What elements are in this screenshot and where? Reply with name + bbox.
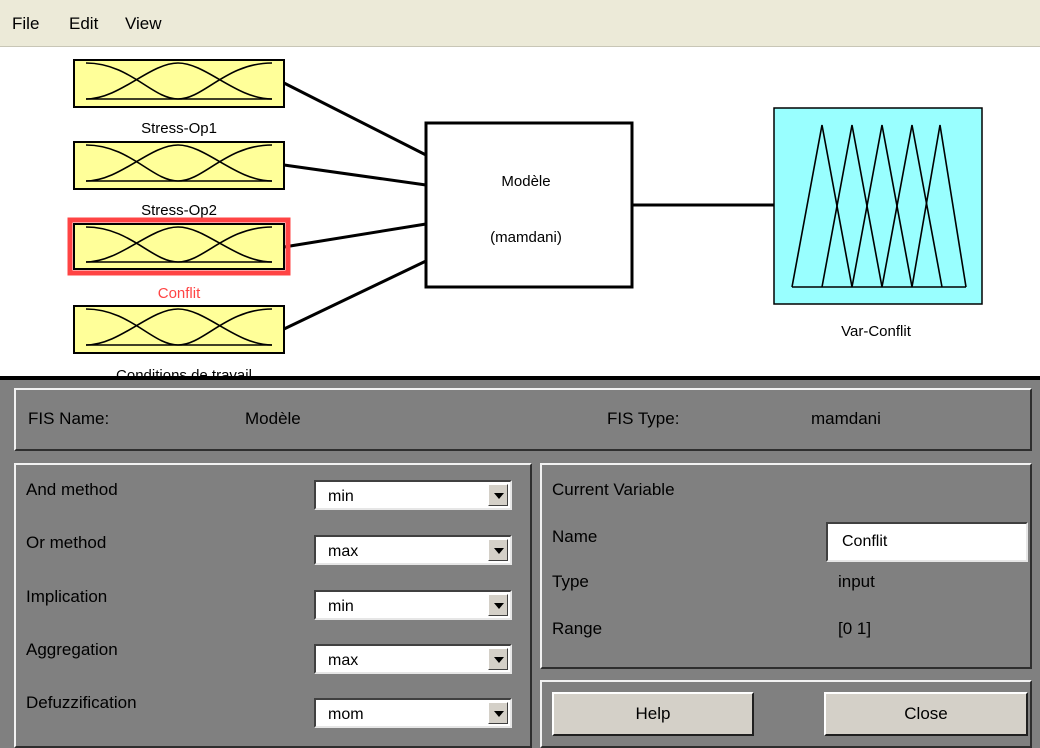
defuzzification-select[interactable]: mom (314, 698, 512, 728)
or-method-select[interactable]: max (314, 535, 512, 565)
diagram-separator (0, 376, 1040, 380)
and-method-select[interactable]: min (314, 480, 512, 510)
fis-diagram: Stress-Op1 Stress-Op2 Conflit Conditions… (0, 47, 1040, 376)
or-method-label: Or method (26, 533, 107, 552)
aggregation-value: max (328, 652, 359, 669)
menu-file[interactable]: File (12, 14, 39, 34)
input-block-conditions[interactable]: Conditions de travail (73, 305, 285, 376)
variable-type-value: input (838, 572, 875, 591)
model-name: Modèle (501, 173, 550, 190)
chevron-down-icon[interactable] (488, 648, 508, 670)
defuzzification-label: Defuzzification (26, 693, 137, 712)
chevron-down-icon[interactable] (488, 484, 508, 506)
variable-range-value: [0 1] (838, 619, 872, 638)
close-button[interactable]: Close (824, 692, 1028, 736)
fis-type-label: FIS Type: (607, 409, 680, 428)
menu-view[interactable]: View (125, 14, 162, 34)
fis-name-label: FIS Name: (28, 409, 110, 428)
help-button[interactable]: Help (552, 692, 754, 736)
output-label: Var-Conflit (841, 323, 912, 340)
current-variable-title: Current Variable (552, 480, 675, 499)
model-type: (mamdani) (490, 229, 562, 246)
variable-range-label: Range (552, 619, 603, 638)
and-method-label: And method (26, 480, 118, 499)
input-block-conflit[interactable]: Conflit (67, 217, 291, 302)
input-block-stress-op2[interactable]: Stress-Op2 (73, 141, 285, 219)
variable-name-input[interactable]: Conflit (826, 522, 1028, 562)
input-label-conditions: Conditions de travail (116, 367, 252, 376)
aggregation-label: Aggregation (26, 640, 118, 659)
implication-select[interactable]: min (314, 590, 512, 620)
chevron-down-icon[interactable] (488, 702, 508, 724)
input-label-conflit: Conflit (158, 285, 201, 302)
menu-bar: File Edit View (0, 0, 1040, 47)
input-label-stress-op1: Stress-Op1 (141, 120, 217, 137)
variable-type-label: Type (552, 572, 589, 591)
model-block[interactable]: Modèle (mamdani) (424, 121, 634, 289)
input-label-stress-op2: Stress-Op2 (141, 202, 217, 219)
chevron-down-icon[interactable] (488, 539, 508, 561)
and-method-value: min (328, 488, 354, 505)
input-block-stress-op1[interactable]: Stress-Op1 (73, 59, 285, 137)
variable-name-label: Name (552, 527, 598, 546)
implication-value: min (328, 598, 354, 615)
fis-name-value: Modèle (245, 409, 301, 428)
fis-type-value: mamdani (811, 409, 881, 428)
chevron-down-icon[interactable] (488, 594, 508, 616)
aggregation-select[interactable]: max (314, 644, 512, 674)
output-block-var-conflit[interactable]: Var-Conflit (773, 107, 983, 340)
defuzzification-value: mom (328, 706, 364, 723)
implication-label: Implication (26, 587, 108, 606)
menu-edit[interactable]: Edit (69, 14, 98, 34)
or-method-value: max (328, 543, 359, 560)
